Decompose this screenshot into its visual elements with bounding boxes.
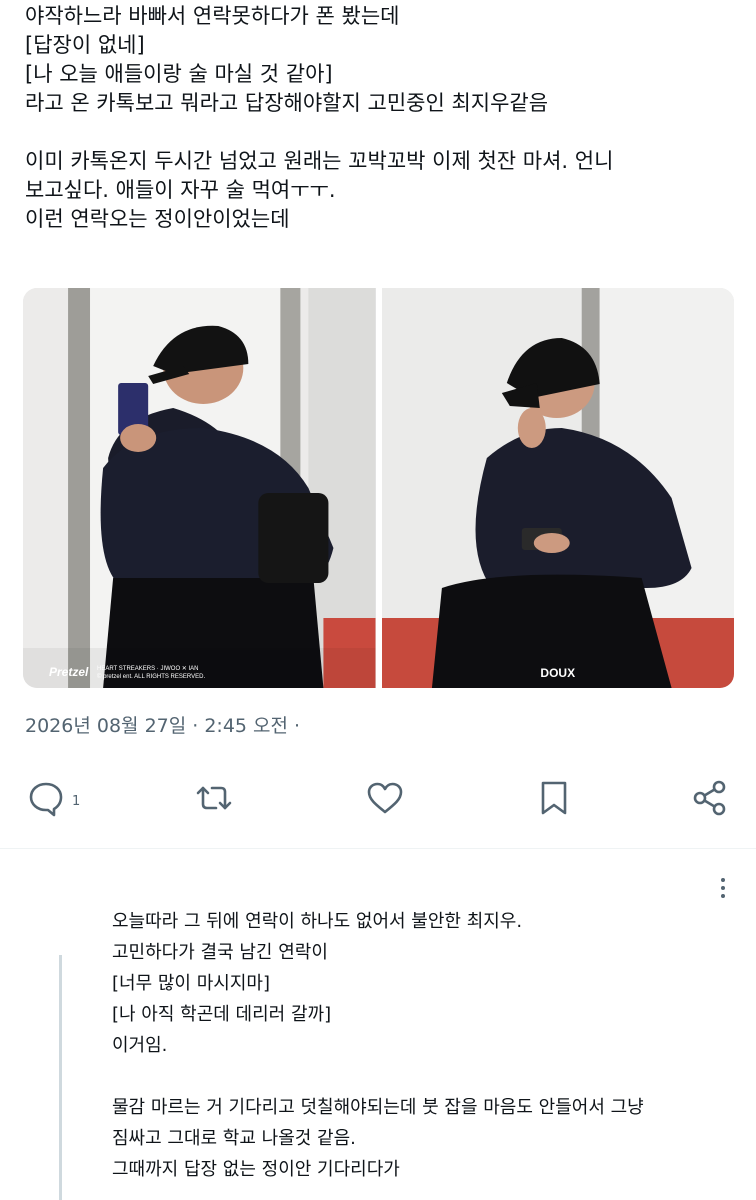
retweet-icon (196, 786, 232, 810)
action-bar: 1 (0, 770, 756, 826)
photo-left-illustration (23, 288, 376, 688)
post-line: [나 오늘 애들이랑 술 마실 것 같아] (25, 62, 333, 86)
reply-line: 오늘따라 그 뒤에 연락이 하나도 없어서 불안한 최지우. (112, 911, 523, 932)
bookmark-icon (541, 781, 567, 815)
share-icon (693, 780, 726, 816)
retweet-button[interactable] (194, 778, 234, 818)
post-line: 보고싶다. 애들이 자꾸 술 먹여ㅜㅜ. (25, 178, 336, 202)
reply-line: 짐싸고 그대로 학교 나올것 같음. (112, 1128, 356, 1149)
like-icon (367, 782, 403, 814)
reply-text: 오늘따라 그 뒤에 연락이 하나도 없어서 불안한 최지우. 고민하다가 결국 … (112, 906, 752, 1185)
bookmark-button[interactable] (534, 778, 574, 818)
reply-line: [나 아직 학곤데 데리러 갈까] (112, 1004, 332, 1025)
post-line: [답장이 없네] (25, 33, 145, 57)
post-line: 라고 온 카톡보고 뭐라고 답장해야할지 고민중인 최지우같음 (25, 91, 549, 115)
post-line: 이미 카톡온지 두시간 넘었고 원래는 꼬박꼬박 이제 첫잔 마셔. 언니 (25, 149, 614, 173)
reply-count: 1 (72, 793, 81, 809)
photo-right-illustration (381, 288, 734, 688)
reply-line-blank (112, 1061, 752, 1092)
post-photo-left[interactable]: Pretzel HEART STREAKERS · JIWOO ✕ IAN © … (23, 288, 376, 688)
like-button[interactable] (365, 778, 405, 818)
more-options-button[interactable] (716, 876, 730, 900)
watermark-pretzel: Pretzel (49, 665, 89, 679)
watermark-caption: HEART STREAKERS · JIWOO ✕ IAN (97, 666, 199, 672)
post-timestamp[interactable]: 2026년 08월 27일 · 2:45 오전 · (25, 711, 300, 738)
watermark-doux: DOUX (540, 666, 576, 680)
reply-line: 물감 마르는 거 기다리고 덧칠해야되는데 붓 잡을 마음도 안들어서 그냥 (112, 1097, 644, 1118)
thread-line (59, 955, 62, 1200)
share-button[interactable] (690, 778, 730, 818)
reply-line: 그때까지 답장 없는 정이안 기다리다가 (112, 1159, 400, 1180)
divider (0, 848, 756, 849)
reply-line: [너무 많이 마시지마] (112, 973, 270, 994)
media-grid: Pretzel HEART STREAKERS · JIWOO ✕ IAN © … (23, 288, 734, 688)
post-line: 야작하느라 바빠서 연락못하다가 폰 봤는데 (25, 4, 400, 28)
post-text: 야작하느라 바빠서 연락못하다가 폰 봤는데 [답장이 없네] [나 오늘 애들… (25, 2, 737, 234)
more-vertical-icon (721, 878, 725, 898)
reply-line: 고민하다가 결국 남긴 연락이 (112, 942, 328, 963)
reply-button[interactable]: 1 (26, 778, 80, 818)
post-photo-right[interactable]: DOUX (381, 288, 734, 688)
post-line-blank (25, 118, 737, 147)
reply-icon (29, 782, 63, 817)
reply-line: 이거임. (112, 1035, 168, 1056)
post-line: 이런 연락오는 정이안이었는데 (25, 207, 290, 231)
watermark-copyright: © pretzel ent. ALL RIGHTS RESERVED. (97, 674, 206, 680)
